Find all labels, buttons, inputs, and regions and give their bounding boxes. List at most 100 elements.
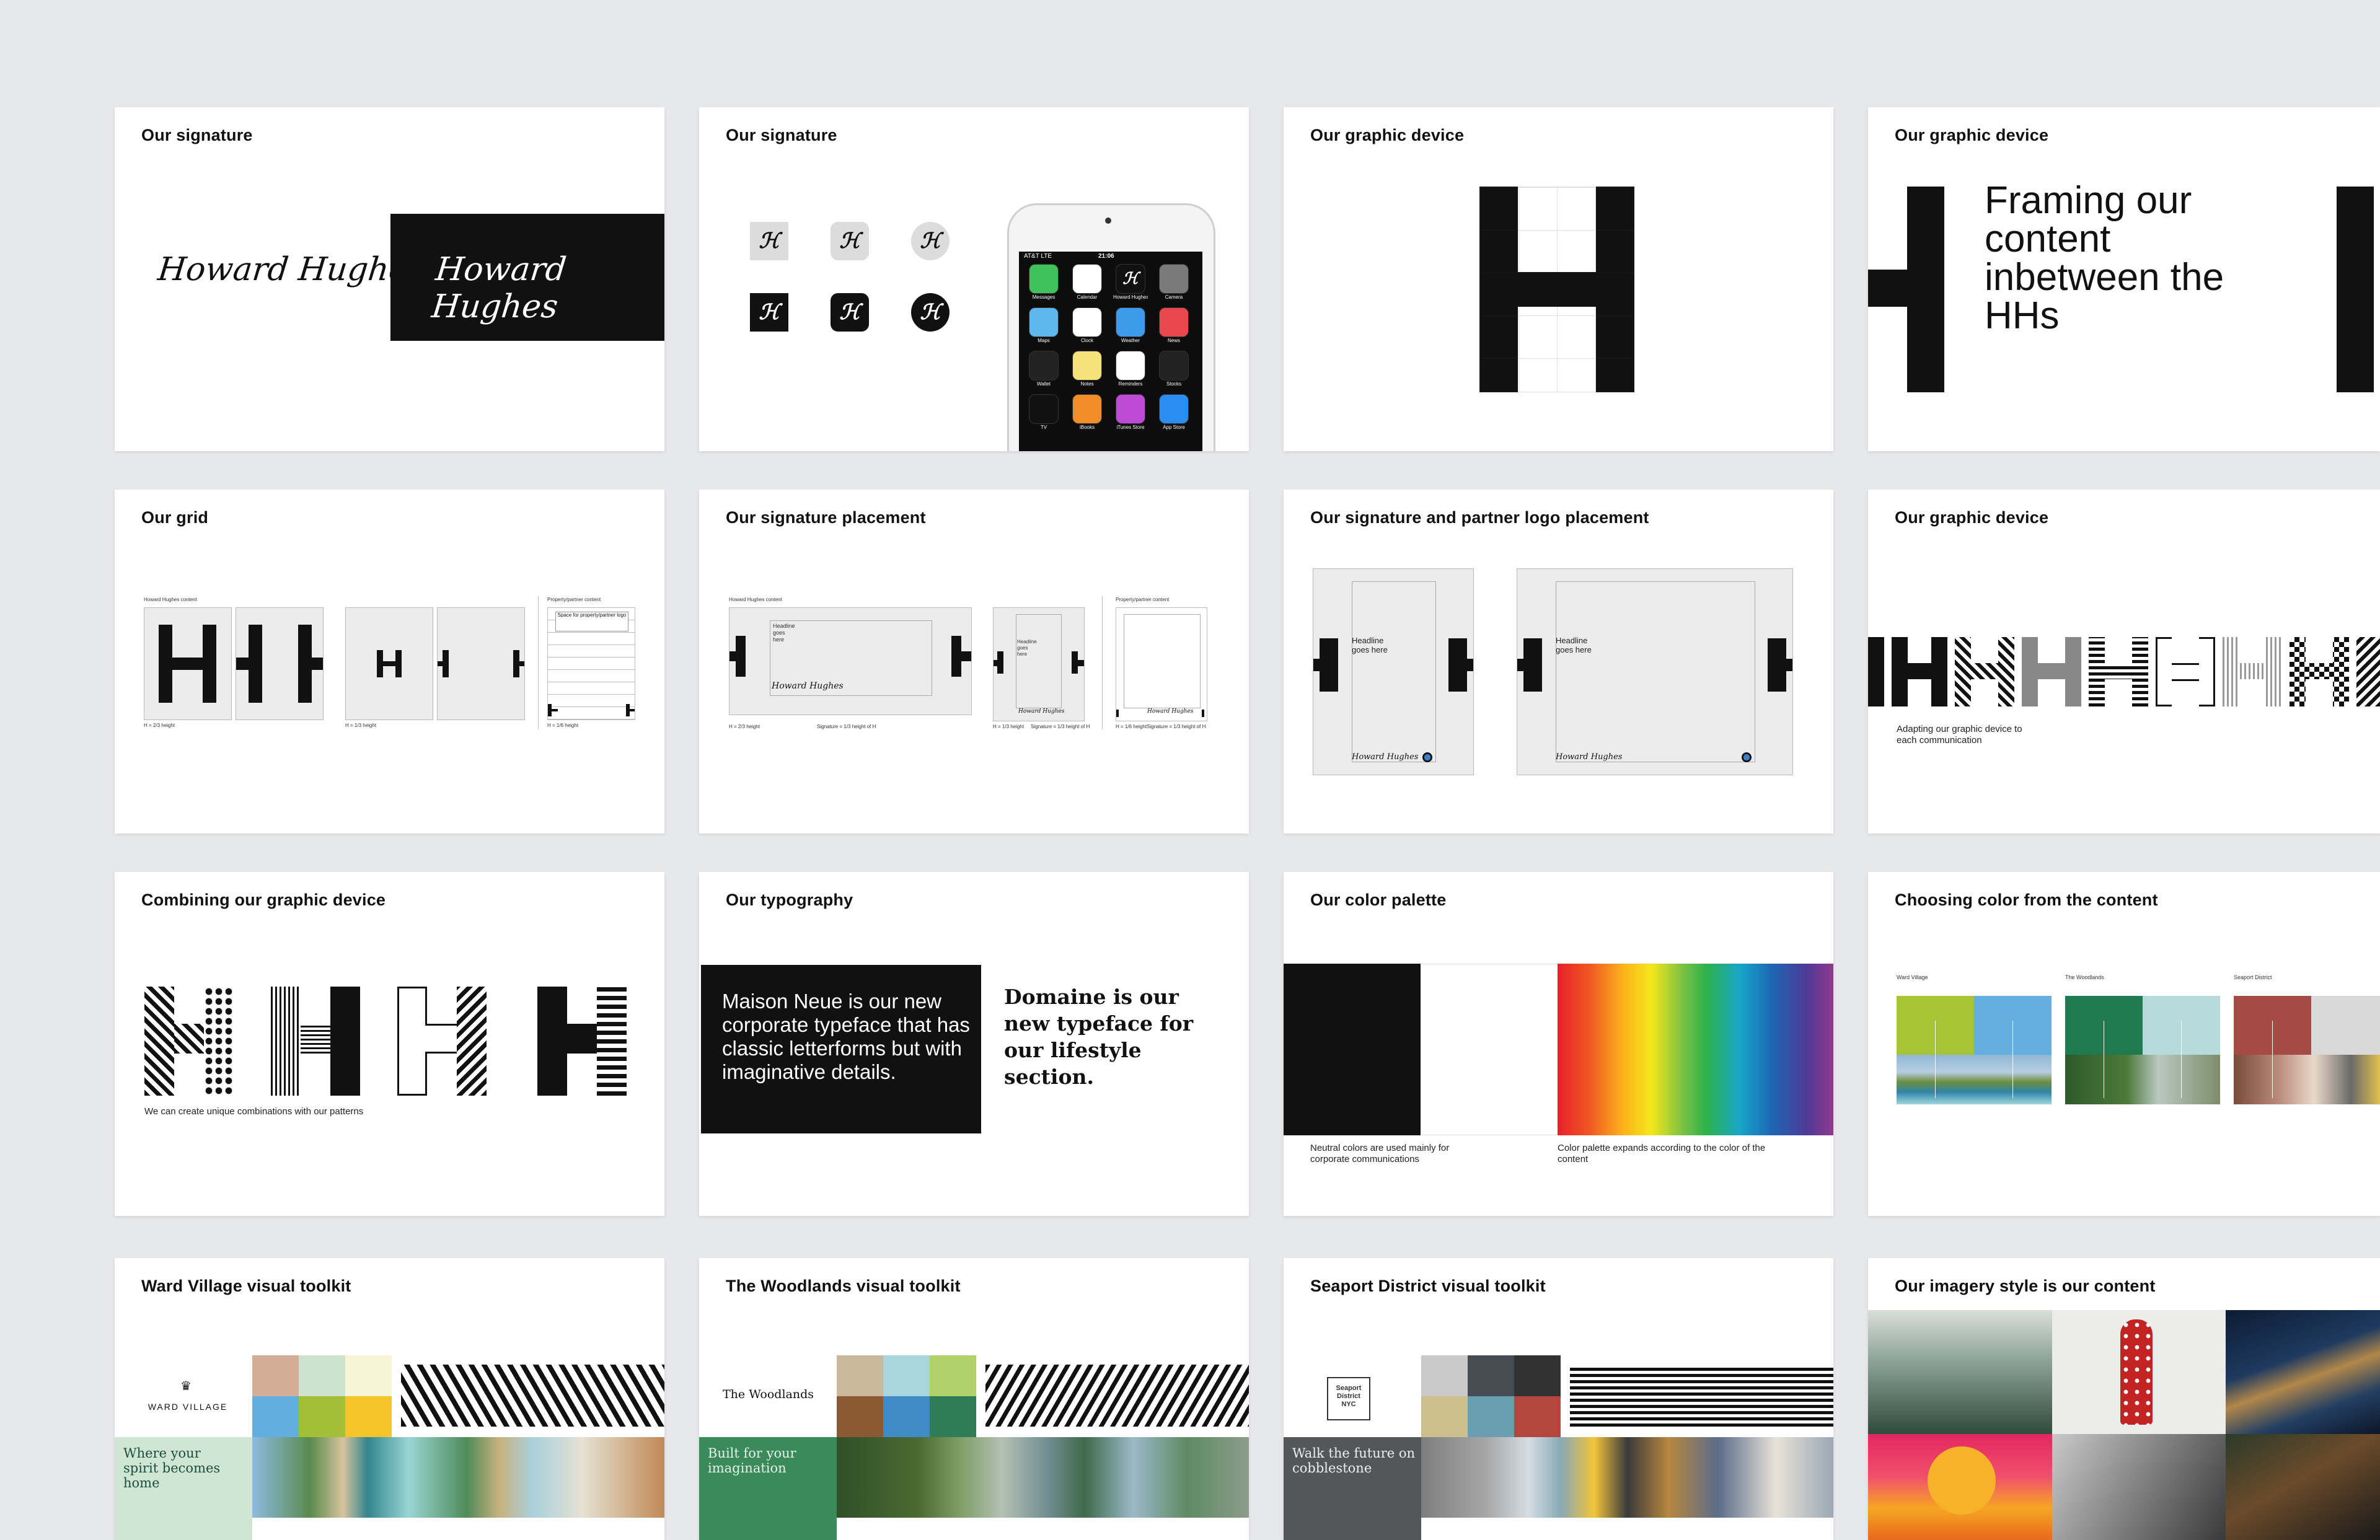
typography-sans-text: Maison Neue is our new corporate typefac… [722,990,970,1083]
app-icon[interactable]: Camera [1157,264,1191,306]
slide-our-grid[interactable]: Our grid Howard Hughes content Property/… [115,490,664,834]
slide-choosing-color[interactable]: Choosing color from the content Ward Vil… [1868,872,2380,1216]
slide-combining-device[interactable]: Combining our graphic device We can crea… [115,872,664,1216]
app-icon-tile [1159,307,1189,337]
h-left-half-bar [1868,270,1907,307]
grid-divider [538,596,539,729]
slide-our-graphic-device[interactable]: Our graphic device [1284,107,1833,451]
slide-title: Combining our graphic device [141,891,386,909]
photo-aerial [2226,1310,2380,1434]
grid-label-left: Howard Hughes content [144,597,197,602]
app-icon[interactable]: News [1157,307,1191,350]
app-icon[interactable]: iTunes Store [1113,394,1148,436]
slide-seaport-toolkit[interactable]: Seaport District visual toolkit Seaport … [1284,1258,1833,1540]
app-icon[interactable]: Notes [1070,351,1104,393]
ward-tagline: Where your spirit becomes home [123,1446,221,1490]
typography-serif-text: Domaine is our new typeface for our life… [1004,985,1194,1089]
slide-title: The Woodlands visual toolkit [726,1277,961,1295]
phone-mockup: AT&T LTE 21:06 Messages Calendar ℋ Howard H… [1007,203,1215,451]
slide-partner-placement[interactable]: Our signature and partner logo placement… [1284,490,1833,834]
status-time: 21:06 [1098,253,1114,260]
placement-panel-narrow: Headline goes here Howard Hughes [993,607,1085,721]
partner-panel-landscape: Headline goes here Howard Hughes [1517,568,1793,775]
slide-title: Seaport District visual toolkit [1310,1277,1546,1295]
slide-title: Our color palette [1310,891,1447,909]
app-icon-label: Clock [1080,338,1093,343]
slide-signature-placement[interactable]: Our signature placement Howard Hughes co… [699,490,1249,834]
app-icon[interactable]: Weather [1113,307,1148,350]
palette-swatch [1514,1355,1561,1396]
app-icon-label: Maps [1038,338,1050,343]
placement-caption-3b: Signature = 1/3 height of H [1147,724,1206,729]
app-icon[interactable]: Messages [1026,264,1061,306]
slide-title: Our graphic device [1310,126,1465,144]
placement-caption-1b: Signature = 1/3 height of H [817,724,876,729]
signature-white: Howard Hughes [430,251,568,325]
woodlands-palette [837,1355,976,1437]
slide-framing[interactable]: Our graphic device Framing our content i… [1868,107,2380,451]
h-combo-2 [271,987,360,1096]
logo-space: Space for property/partner logo [555,612,628,631]
typography-sans-panel: Maison Neue is our new corporate typefac… [701,965,981,1133]
hh-monogram-icon: ℋ [750,293,788,332]
app-icon-label: Notes [1080,381,1094,387]
app-icon[interactable]: iBooks [1070,394,1104,436]
slide-imagery-style[interactable]: Our imagery style is our content [1868,1258,2380,1540]
h-left-half-stem [1907,187,1944,392]
phone-speaker [1105,218,1111,224]
seaport-h-patterns [1570,1365,1833,1427]
slide-title: Our graphic device [1895,508,2049,527]
palette-swatch [299,1355,345,1396]
app-icon-tile [1029,264,1059,294]
grid-caption-2: H = 1/3 height [345,723,377,728]
app-icon[interactable]: Calendar [1070,264,1104,306]
pattern-caption: Adapting our graphic device to each comm… [1897,724,2022,746]
photo-ward [1897,1055,2052,1104]
slide-ward-village-toolkit[interactable]: Ward Village visual toolkit ♛ WARD VILLA… [115,1258,664,1540]
app-icon[interactable]: App Store [1157,394,1191,436]
app-icon[interactable]: ℋ Howard Hughes [1113,264,1148,306]
palette-swatch [883,1396,930,1437]
combo-caption: We can create unique combinations with o… [144,1106,364,1117]
slide-our-signature-icons[interactable]: Our signature ℋ ℋ ℋ ℋ ℋ ℋ AT&T LTE 21:06… [699,107,1249,451]
palette-swatch [930,1355,976,1396]
placement-panel-partner: Howard Hughes [1116,607,1207,721]
placement-caption-2: H = 1/3 height [993,724,1025,729]
app-icon-tile [1159,351,1189,381]
palette-swatch [837,1396,883,1437]
slide-woodlands-toolkit[interactable]: The Woodlands visual toolkit The Woodlan… [699,1258,1249,1540]
placement-divider [1102,596,1103,729]
seaport-palette [1421,1355,1561,1437]
app-icon-tile [1116,307,1145,337]
app-icon-label: Wallet [1037,381,1051,387]
app-icon[interactable]: Clock [1070,307,1104,350]
slide-graphic-device-patterns[interactable]: Our graphic device Adapting our graphic … [1868,490,2380,834]
app-icon[interactable]: TV [1026,394,1061,436]
slide-color-palette[interactable]: Our color palette Neutral colors are use… [1284,872,1833,1216]
placement-caption-3: H = 1/6 height [1116,724,1147,729]
slide-title: Ward Village visual toolkit [141,1277,351,1295]
slide-our-signature[interactable]: Our signature Howard Hughes Howard Hughe… [115,107,664,451]
app-icon-label: News [1167,338,1180,343]
app-icon[interactable]: Reminders [1113,351,1148,393]
grid-panel [236,607,324,720]
placement-caption-2b: Signature = 1/3 height of H [1031,724,1090,729]
partner-logo-icon [1422,752,1432,762]
h-graphic-device-icon [1479,187,1634,392]
hh-monogram-icon: ℋ [831,222,869,260]
hh-monogram-icon: ℋ [750,222,788,260]
app-icon[interactable]: Stocks [1157,351,1191,393]
app-icon-label: Reminders [1118,381,1143,387]
app-icon[interactable]: Maps [1026,307,1061,350]
color-label-ward: Ward Village [1897,974,1928,980]
palette-swatch [345,1396,392,1437]
app-icon[interactable]: Wallet [1026,351,1061,393]
slide-our-typography[interactable]: Our typography Maison Neue is our new co… [699,872,1249,1216]
signature-reversed-panel: Howard Hughes [390,214,664,341]
color-label-seaport: Seaport District [2234,974,2272,980]
slide-title: Our signature and partner logo placement [1310,508,1649,527]
palette-caption-right: Color palette expands according to the c… [1558,1143,1766,1164]
slide-title: Our imagery style is our content [1895,1277,2156,1295]
ward-palette [252,1355,392,1437]
app-icon-label: Howard Hughes [1113,294,1148,300]
